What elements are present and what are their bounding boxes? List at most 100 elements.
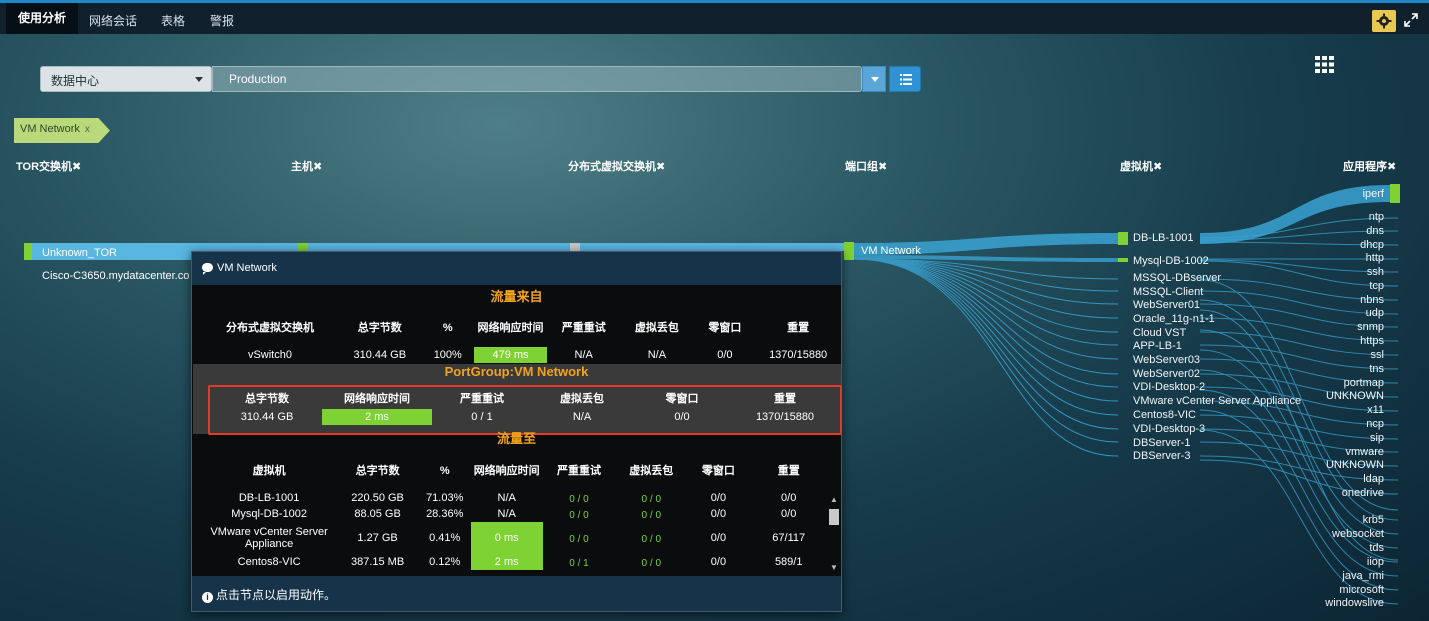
column-host[interactable]: 主机✖ — [291, 158, 322, 174]
cell: 0 / 0 — [543, 506, 615, 522]
table-header-row: 分布式虚拟交换机 总字节数 % 网络响应时间 严重重试 虚拟丢包 零窗口 重置 — [202, 310, 840, 347]
app-label[interactable]: ncp — [1294, 418, 1384, 430]
app-label[interactable]: x11 — [1294, 404, 1384, 416]
vm-label[interactable]: DB-LB-1001 — [1133, 232, 1194, 244]
app-label[interactable]: nbns — [1294, 294, 1384, 306]
vm-label[interactable]: MSSQL-Client — [1133, 286, 1203, 298]
cell: 0 / 1 — [543, 554, 615, 570]
popup-title: VM Network — [217, 262, 277, 274]
app-label[interactable]: dhcp — [1294, 239, 1384, 251]
app-label[interactable]: http — [1294, 252, 1384, 264]
cell: N/A — [497, 508, 516, 520]
app-label[interactable]: UNKNOWN — [1294, 459, 1384, 471]
datacenter-select[interactable]: 数据中心 — [40, 66, 212, 92]
app-label[interactable]: onedrive — [1294, 487, 1384, 499]
vm-label[interactable]: WebServer03 — [1133, 354, 1200, 366]
app-label[interactable]: vmware — [1294, 446, 1384, 458]
app-label[interactable]: windowslive — [1294, 597, 1384, 609]
cell: Mysql-DB-1002 — [231, 508, 308, 520]
table-scrollbar[interactable]: ▲ ▼ — [828, 495, 840, 575]
tab-network-sessions[interactable]: 网络会话 — [89, 12, 137, 29]
app-label[interactable]: udp — [1294, 307, 1384, 319]
col-header: 网络响应时间 — [473, 464, 540, 477]
column-port-group[interactable]: 端口组✖ — [845, 158, 887, 174]
app-label[interactable]: iiop — [1294, 556, 1384, 568]
vm-label[interactable]: WebServer01 — [1133, 299, 1200, 311]
vm-label[interactable]: VDI-Desktop-2 — [1133, 381, 1205, 393]
vm-label[interactable]: APP-LB-1 — [1133, 340, 1182, 352]
app-label[interactable]: UNKNOWN — [1294, 390, 1384, 402]
col-header: 虚拟机 — [252, 464, 286, 477]
traffic-to-table: 虚拟机 总字节数 % 网络响应时间 严重重试 虚拟丢包 零窗口 重置 DB-LB… — [202, 452, 828, 570]
app-label[interactable]: ssl — [1294, 349, 1384, 361]
tab-tables[interactable]: 表格 — [161, 12, 185, 29]
app-label[interactable]: snmp — [1294, 321, 1384, 333]
column-tor-switch[interactable]: TOR交换机✖ — [16, 158, 81, 174]
vm-label[interactable]: VDI-Desktop-3 — [1133, 423, 1205, 435]
cell: 589/1 — [774, 556, 803, 568]
node-label-unknown-tor[interactable]: Unknown_TOR — [42, 247, 117, 259]
app-label[interactable]: tns — [1294, 363, 1384, 375]
app-label[interactable]: java_rmi — [1294, 570, 1384, 582]
vm-label[interactable]: VMware vCenter Server Appliance — [1133, 395, 1301, 407]
production-select-label: Production — [229, 72, 287, 86]
production-select[interactable]: Production — [212, 66, 862, 92]
scrollbar-thumb[interactable] — [829, 509, 839, 525]
vm-label[interactable]: DBServer-3 — [1133, 450, 1190, 462]
vm-label[interactable]: DBServer-1 — [1133, 437, 1190, 449]
app-label[interactable]: microsoft — [1294, 584, 1384, 596]
vm-label[interactable]: Cloud VST — [1133, 327, 1186, 339]
vm-label[interactable]: Oracle_11g-n1-1 — [1133, 313, 1215, 325]
app-label[interactable]: krb5 — [1294, 514, 1384, 526]
settings-button[interactable] — [1372, 10, 1396, 32]
column-dvs[interactable]: 分布式虚拟交换机✖ — [568, 158, 665, 174]
close-icon[interactable]: x — [85, 124, 90, 135]
breadcrumb-tag-vm-network[interactable]: VM Network x — [14, 118, 110, 143]
column-application[interactable]: 应用程序✖ — [1343, 158, 1396, 174]
app-label[interactable]: portmap — [1294, 377, 1384, 389]
vm-label[interactable]: Centos8-VIC — [1133, 409, 1196, 421]
cell: 0 / 0 — [615, 506, 687, 522]
app-label[interactable]: iperf — [1294, 188, 1384, 200]
app-label[interactable]: tcp — [1294, 280, 1384, 292]
app-label[interactable]: ntp — [1294, 211, 1384, 223]
app-label[interactable]: ssh — [1294, 266, 1384, 278]
app-label[interactable]: websocket — [1294, 528, 1384, 540]
node-label-vm-network[interactable]: VM Network — [861, 245, 921, 257]
table-row[interactable]: Mysql-DB-1002 88.05 GB 28.36% N/A 0 / 0 … — [202, 506, 828, 522]
app-label[interactable]: https — [1294, 335, 1384, 347]
col-header: 虚拟丢包 — [634, 322, 679, 334]
node-label-cisco[interactable]: Cisco-C3650.mydatacenter.co — [42, 270, 190, 282]
app-label[interactable]: ldap — [1294, 473, 1384, 485]
table-row[interactable]: Centos8-VIC 387.15 MB 0.12% 2 ms 0 / 1 0… — [202, 554, 828, 570]
production-dropdown-button[interactable] — [862, 66, 886, 92]
app-label[interactable]: dns — [1294, 225, 1384, 237]
table-row[interactable]: DB-LB-1001 220.50 GB 71.03% N/A 0 / 0 0 … — [202, 490, 828, 506]
vm-label[interactable]: MSSQL-DBserver — [1133, 272, 1221, 284]
cell: 100% — [433, 349, 462, 361]
scroll-up-icon[interactable]: ▲ — [830, 495, 838, 504]
tab-usage-analysis[interactable]: 使用分析 — [6, 3, 79, 34]
expand-icon[interactable] — [1404, 13, 1418, 27]
column-vm[interactable]: 虚拟机✖ — [1120, 158, 1162, 174]
col-header: 严重重试 — [561, 322, 606, 334]
table-row[interactable]: vSwitch0 310.44 GB 100% 479 ms N/A N/A 0… — [202, 347, 840, 363]
col-header: 严重重试 — [556, 464, 601, 477]
loss-value: 0 / 0 — [641, 557, 662, 569]
list-view-button[interactable] — [889, 66, 921, 92]
vm-label[interactable]: WebServer02 — [1133, 368, 1200, 380]
vm-label[interactable]: Mysql-DB-1002 — [1133, 255, 1209, 267]
app-grid-icon[interactable] — [1315, 56, 1335, 74]
app-label[interactable]: tds — [1294, 542, 1384, 554]
cell: 67/117 — [772, 532, 806, 544]
cell: 0.12% — [429, 556, 461, 568]
col-header: 零窗口 — [708, 322, 742, 334]
cell: VMware vCenter Server Appliance — [210, 526, 328, 550]
retry-value: 0 / 0 — [569, 493, 589, 505]
table-row[interactable]: VMware vCenter Server Appliance 1.27 GB … — [202, 522, 828, 554]
scroll-down-icon[interactable]: ▼ — [830, 563, 838, 572]
loss-value: 0 / 0 — [641, 509, 662, 521]
tab-alerts[interactable]: 警报 — [210, 12, 234, 29]
app-label[interactable]: sip — [1294, 432, 1384, 444]
cell: 0.41% — [429, 532, 461, 544]
